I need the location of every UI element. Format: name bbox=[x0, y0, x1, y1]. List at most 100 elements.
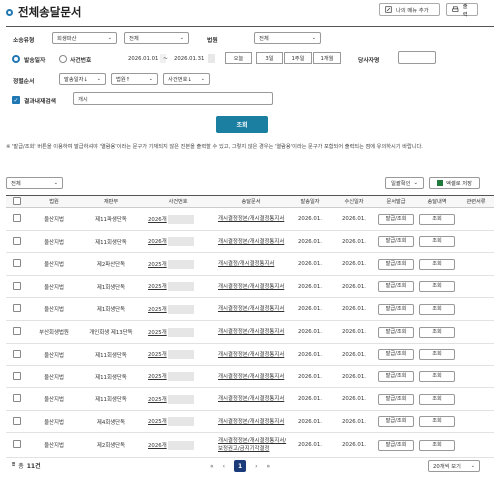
period-today-button[interactable]: 오늘 bbox=[225, 52, 252, 64]
cell-case-number[interactable]: 2025개 bbox=[142, 365, 214, 388]
history-view-button[interactable]: 조회 bbox=[419, 303, 455, 315]
row-checkbox[interactable] bbox=[13, 304, 21, 312]
issue-view-button[interactable]: 발급/조회 bbox=[378, 258, 414, 270]
issue-view-button[interactable]: 발급/조회 bbox=[378, 213, 414, 225]
cell-case-number[interactable]: 2025개 bbox=[142, 252, 214, 276]
period-1week-button[interactable]: 1주일 bbox=[284, 52, 312, 64]
history-view-button[interactable]: 조회 bbox=[419, 326, 455, 338]
issue-view-button[interactable]: 발급/조회 bbox=[378, 393, 414, 405]
cell-case-number[interactable]: 2026개 bbox=[142, 230, 214, 253]
case-number-link[interactable]: 2025개 bbox=[148, 419, 167, 425]
cell-document[interactable]: 개시결정정본/개시결정통지서 bbox=[214, 387, 288, 411]
row-checkbox[interactable] bbox=[13, 440, 21, 448]
first-page-icon[interactable]: « bbox=[210, 463, 214, 470]
row-checkbox[interactable] bbox=[13, 349, 21, 358]
select-all-checkbox[interactable] bbox=[13, 196, 21, 205]
row-checkbox[interactable] bbox=[13, 394, 21, 402]
case-type-sub-select[interactable]: 전체 ⌄ bbox=[124, 32, 189, 44]
issue-view-button[interactable]: 발급/조회 bbox=[378, 326, 414, 338]
cell-document[interactable]: 개시결정/개시결정통지서 bbox=[214, 252, 288, 276]
case-number-link[interactable]: 2025개 bbox=[148, 262, 167, 268]
row-checkbox-cell[interactable] bbox=[6, 365, 28, 388]
search-button[interactable]: 조회 bbox=[216, 116, 268, 133]
row-checkbox[interactable] bbox=[13, 416, 21, 425]
calendar-to-icon[interactable] bbox=[208, 54, 215, 63]
period-1month-button[interactable]: 1개월 bbox=[313, 52, 341, 64]
row-checkbox[interactable] bbox=[13, 371, 21, 380]
history-view-button[interactable]: 조회 bbox=[419, 236, 455, 247]
sort-select-1[interactable]: 발송일자↓ ⌄ bbox=[59, 73, 106, 85]
cell-document[interactable]: 개시결정정본/개시결정통지서 bbox=[214, 297, 288, 321]
history-view-button[interactable]: 조회 bbox=[419, 213, 455, 225]
date-to-field[interactable]: 2026.01.31 bbox=[170, 53, 206, 65]
history-view-button[interactable]: 조회 bbox=[419, 258, 455, 270]
row-checkbox-cell[interactable] bbox=[6, 387, 28, 411]
case-number-link[interactable]: 2025개 bbox=[148, 284, 167, 290]
row-checkbox-cell[interactable] bbox=[6, 230, 28, 253]
radio-case-number[interactable] bbox=[59, 55, 67, 63]
cell-document[interactable]: 개시결정정본/개시결정통지서 bbox=[214, 343, 288, 366]
add-my-menu-button[interactable]: 나의 메뉴 추가 bbox=[379, 3, 440, 16]
last-page-icon[interactable]: » bbox=[266, 463, 270, 470]
issue-view-button[interactable]: 발급/조회 bbox=[378, 416, 414, 427]
next-page-icon[interactable]: › bbox=[255, 463, 257, 470]
cell-case-number[interactable]: 2026개 bbox=[142, 432, 214, 458]
history-view-button[interactable]: 조회 bbox=[419, 281, 455, 292]
cell-case-number[interactable]: 2025개 bbox=[142, 343, 214, 366]
issue-view-button[interactable]: 발급/조회 bbox=[378, 371, 414, 382]
row-checkbox[interactable] bbox=[13, 236, 21, 245]
case-number-link[interactable]: 2025개 bbox=[148, 374, 167, 380]
row-checkbox-cell[interactable] bbox=[6, 343, 28, 366]
row-checkbox[interactable] bbox=[13, 259, 21, 267]
issue-view-button[interactable]: 발급/조회 bbox=[378, 281, 414, 292]
party-name-input[interactable] bbox=[398, 51, 436, 64]
sort-select-2[interactable]: 법원↑ ⌄ bbox=[111, 73, 158, 85]
sort-select-3[interactable]: 사건번호↓ ⌄ bbox=[163, 73, 210, 85]
bulk-view-button[interactable]: 일괄확인 ⌄ bbox=[385, 177, 424, 189]
page-size-select[interactable]: 20개씩 보기 ⌄ bbox=[428, 460, 480, 472]
case-number-link[interactable]: 2026개 bbox=[148, 443, 167, 449]
cell-case-number[interactable]: 2025개 bbox=[142, 387, 214, 411]
period-3days-button[interactable]: 3일 bbox=[256, 52, 283, 64]
date-from-field[interactable]: 2026.01.01 bbox=[124, 53, 158, 65]
prev-page-icon[interactable]: ‹ bbox=[223, 463, 225, 470]
history-view-button[interactable]: 조회 bbox=[419, 416, 455, 427]
cell-document[interactable]: 개시결정정본/개시결정통지서 bbox=[214, 320, 288, 344]
cell-case-number[interactable]: 2025개 bbox=[142, 275, 214, 298]
cell-document[interactable]: 개시결정정본/개시결정통지서 bbox=[214, 275, 288, 298]
radio-sent-date[interactable] bbox=[12, 55, 20, 63]
row-checkbox[interactable] bbox=[13, 327, 21, 335]
cell-case-number[interactable]: 2025개 bbox=[142, 320, 214, 344]
cell-case-number[interactable]: 2025개 bbox=[142, 297, 214, 321]
row-checkbox[interactable] bbox=[13, 281, 21, 290]
result-search-checkbox[interactable]: ✓ bbox=[12, 96, 20, 104]
issue-view-button[interactable]: 발급/조회 bbox=[378, 303, 414, 315]
row-checkbox-cell[interactable] bbox=[6, 432, 28, 458]
case-number-link[interactable]: 2025개 bbox=[148, 397, 167, 403]
case-number-link[interactable]: 2026개 bbox=[148, 217, 167, 223]
row-checkbox-cell[interactable] bbox=[6, 275, 28, 298]
history-view-button[interactable]: 조회 bbox=[419, 349, 455, 360]
row-checkbox-cell[interactable] bbox=[6, 207, 28, 231]
case-type-select[interactable]: 회생파산 ⌄ bbox=[52, 32, 117, 44]
row-checkbox-cell[interactable] bbox=[6, 410, 28, 433]
issue-view-button[interactable]: 발급/조회 bbox=[378, 349, 414, 360]
cell-document[interactable]: 개시결정정본/개시결정통지서 bbox=[214, 207, 288, 231]
row-checkbox-cell[interactable] bbox=[6, 252, 28, 276]
issue-view-button[interactable]: 발급/조회 bbox=[378, 439, 414, 451]
table-filter-select[interactable]: 전체 ⌄ bbox=[6, 177, 63, 189]
history-view-button[interactable]: 조회 bbox=[419, 371, 455, 382]
case-number-link[interactable]: 2025개 bbox=[148, 307, 167, 313]
page-current[interactable]: 1 bbox=[234, 460, 247, 472]
cell-case-number[interactable]: 2025개 bbox=[142, 410, 214, 433]
cell-document[interactable]: 개시결정정본/개시결정통지서 bbox=[214, 230, 288, 253]
cell-document[interactable]: 개시결정정본/개시결정통지서 bbox=[214, 365, 288, 388]
row-checkbox-cell[interactable] bbox=[6, 297, 28, 321]
case-number-link[interactable]: 2025개 bbox=[148, 330, 167, 336]
history-view-button[interactable]: 조회 bbox=[419, 393, 455, 405]
excel-save-button[interactable]: 엑셀로 저장 bbox=[429, 177, 480, 189]
row-checkbox-cell[interactable] bbox=[6, 320, 28, 344]
result-search-input[interactable]: 개시 bbox=[73, 92, 273, 105]
history-view-button[interactable]: 조회 bbox=[419, 439, 455, 451]
print-button[interactable]: 출력 bbox=[446, 3, 478, 18]
